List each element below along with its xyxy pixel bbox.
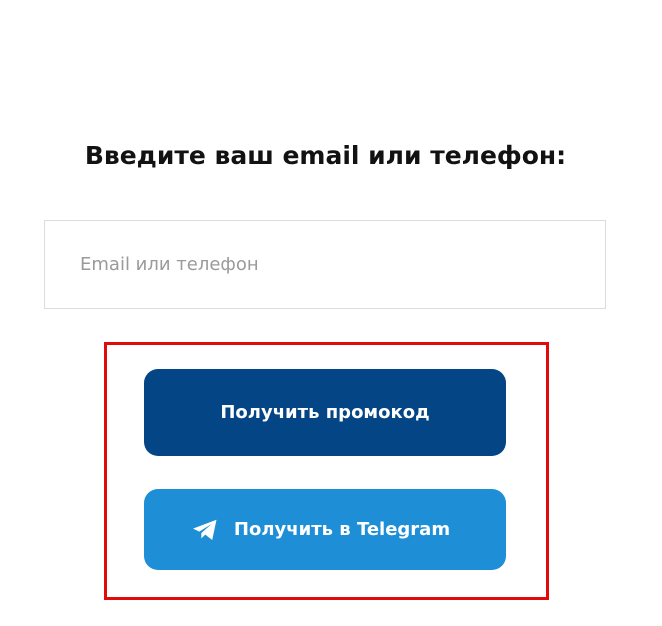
get-promo-code-button[interactable]: Получить промокод [144, 369, 506, 456]
telegram-plane-icon [192, 519, 218, 541]
get-in-telegram-label: Получить в Telegram [233, 519, 451, 540]
get-in-telegram-button[interactable]: Получить в Telegram [144, 489, 506, 570]
form-title: Введите ваш email или телефон: [84, 141, 567, 170]
get-promo-code-label: Получить промокод [220, 402, 430, 423]
email-or-phone-input[interactable] [44, 220, 606, 309]
